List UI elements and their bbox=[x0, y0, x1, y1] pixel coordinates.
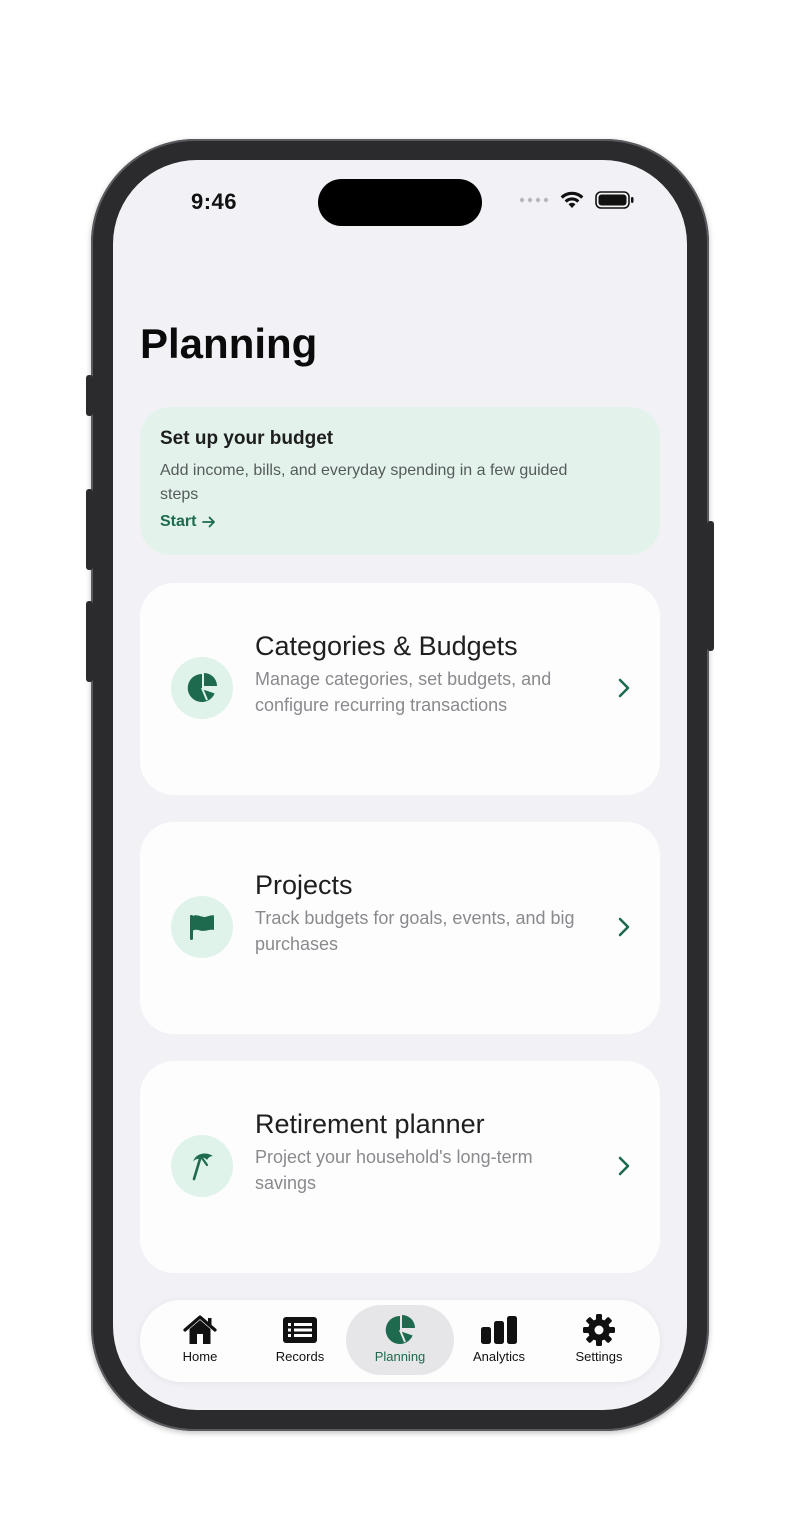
tab-label: Planning bbox=[374, 1349, 426, 1364]
tab-settings[interactable]: Settings bbox=[545, 1305, 653, 1375]
volume-down-button bbox=[86, 601, 93, 682]
list-icon bbox=[283, 1317, 317, 1343]
banner-title: Set up your budget bbox=[160, 428, 334, 449]
chevron-right-icon bbox=[618, 917, 630, 937]
setup-budget-banner[interactable]: Set up your budget Add income, bills, an… bbox=[140, 407, 660, 555]
card-icon-container bbox=[171, 896, 233, 958]
dynamic-island bbox=[318, 179, 482, 226]
categories-budgets-card[interactable]: Categories & Budgets Manage categories, … bbox=[140, 583, 660, 795]
banner-description: Add income, bills, and everyday spending… bbox=[160, 462, 568, 503]
status-icons bbox=[519, 190, 635, 210]
card-title: Retirement planner bbox=[255, 1109, 485, 1139]
flag-icon bbox=[190, 915, 214, 940]
signal-icon bbox=[519, 197, 549, 203]
tab-label: Records bbox=[275, 1349, 325, 1364]
card-description: Track budgets for goals, events, and big… bbox=[255, 908, 575, 954]
page-title: Planning bbox=[140, 320, 318, 367]
bar-chart-icon bbox=[481, 1316, 517, 1344]
tab-label: Home bbox=[182, 1349, 218, 1364]
card-description: Project your household's long-term savin… bbox=[255, 1147, 533, 1193]
projects-card[interactable]: Projects Track budgets for goals, events… bbox=[140, 822, 660, 1034]
tab-bar: Home Records Planning Analytics Settings bbox=[140, 1300, 660, 1382]
pie-chart-icon bbox=[187, 673, 217, 702]
screen: 9:46 Planning Set up your budget Add inc… bbox=[113, 160, 687, 1410]
chevron-right-icon bbox=[618, 1156, 630, 1176]
tab-home[interactable]: Home bbox=[146, 1305, 254, 1375]
tab-label: Analytics bbox=[472, 1349, 526, 1364]
card-description: Manage categories, set budgets, and conf… bbox=[255, 669, 552, 715]
retirement-planner-card[interactable]: Retirement planner Project your househol… bbox=[140, 1061, 660, 1273]
card-title: Categories & Budgets bbox=[255, 631, 518, 661]
tab-planning[interactable]: Planning bbox=[346, 1305, 454, 1375]
volume-up-button bbox=[86, 489, 93, 570]
tab-records[interactable]: Records bbox=[246, 1305, 354, 1375]
card-icon-container bbox=[171, 1135, 233, 1197]
battery-icon bbox=[595, 191, 634, 209]
pie-chart-icon bbox=[385, 1315, 415, 1344]
card-icon-container bbox=[171, 657, 233, 719]
start-label: Start bbox=[160, 513, 197, 530]
status-time: 9:46 bbox=[191, 189, 238, 214]
house-icon bbox=[183, 1315, 217, 1344]
wifi-icon bbox=[560, 191, 584, 208]
chevron-right-icon bbox=[618, 678, 630, 698]
action-button bbox=[86, 375, 93, 416]
gear-icon bbox=[583, 1314, 615, 1346]
tab-label: Settings bbox=[575, 1349, 623, 1364]
tab-analytics[interactable]: Analytics bbox=[445, 1305, 553, 1375]
arrow-right-icon bbox=[202, 516, 216, 528]
power-button bbox=[707, 521, 714, 651]
card-title: Projects bbox=[255, 870, 353, 900]
beach-umbrella-icon bbox=[192, 1153, 213, 1181]
start-button[interactable]: Start bbox=[160, 513, 640, 531]
